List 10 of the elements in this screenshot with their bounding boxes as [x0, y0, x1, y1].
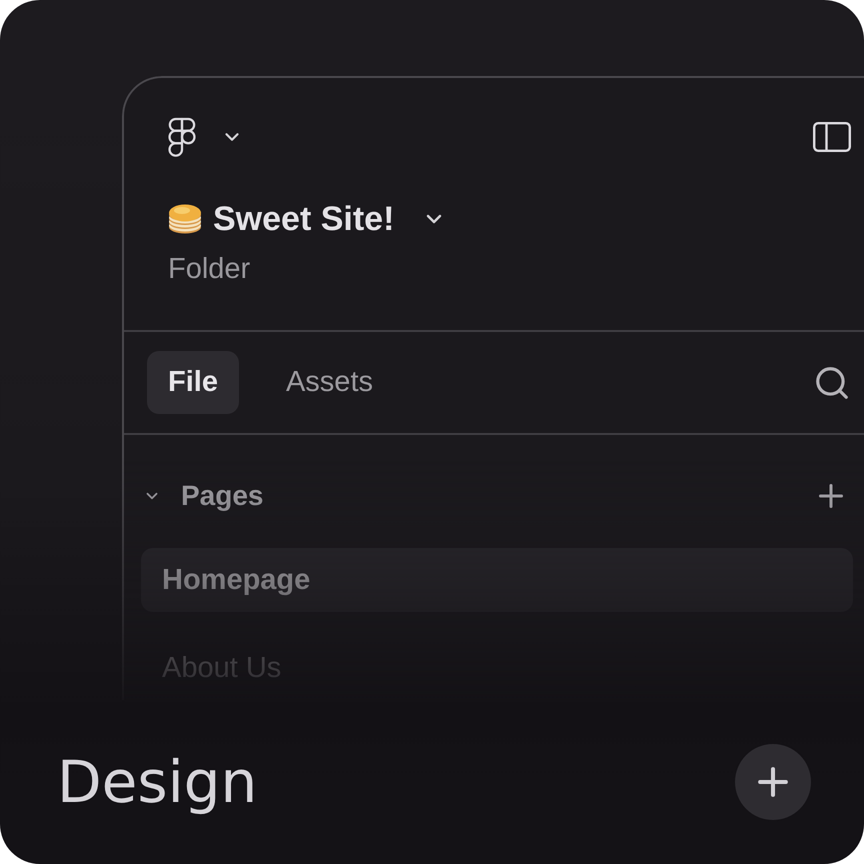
section-heading: Pages	[181, 480, 264, 512]
tab[interactable]: Assets	[264, 351, 394, 414]
folder-label: Folder	[168, 252, 252, 286]
tab[interactable]: File	[147, 351, 239, 414]
project-title: Sweet Site!	[213, 200, 394, 238]
sidebar-icon[interactable]	[813, 122, 851, 152]
pancakes-icon	[168, 203, 202, 235]
app-logo-icon[interactable]	[168, 117, 196, 157]
page-item[interactable]: Homepage	[141, 548, 853, 612]
footer-title: Design	[57, 748, 258, 816]
